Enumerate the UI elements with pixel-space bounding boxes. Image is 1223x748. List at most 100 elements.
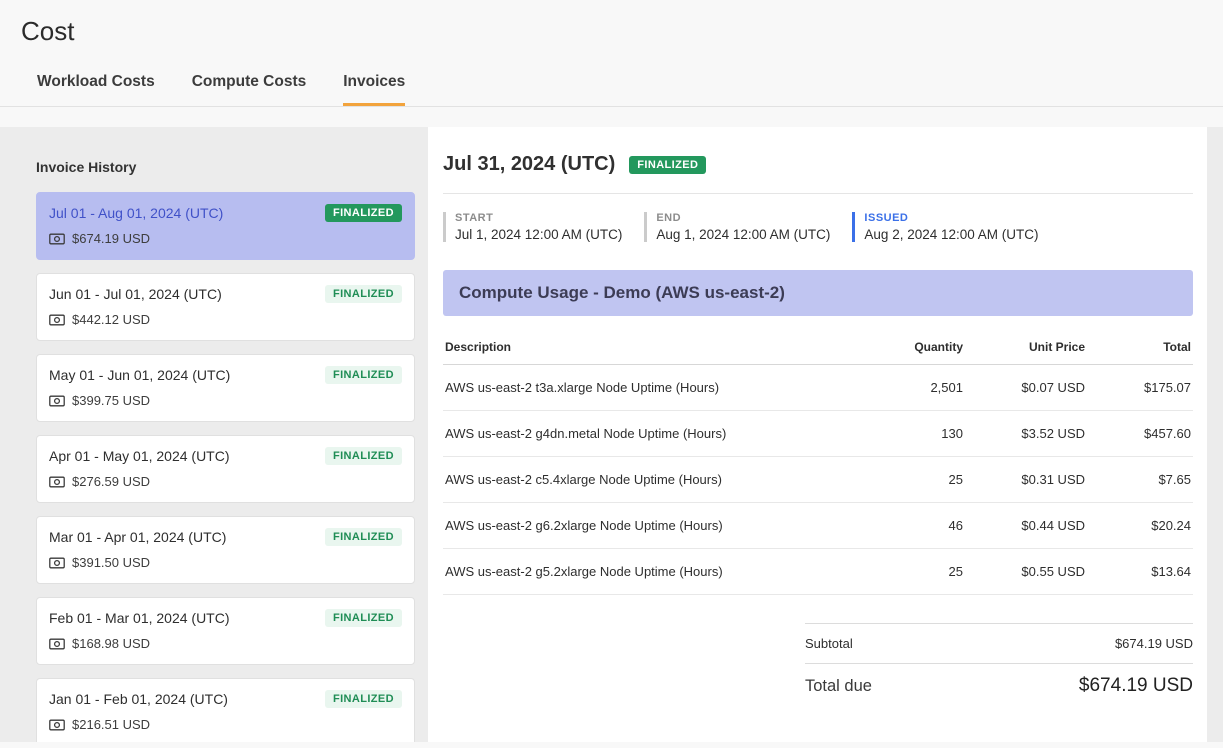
invoice-amount: $442.12 USD <box>72 312 150 327</box>
end-date-value: Aug 1, 2024 12:00 AM (UTC) <box>656 227 830 242</box>
usage-total: $13.64 <box>1087 549 1193 595</box>
usage-table-header-row: Description Quantity Unit Price Total <box>443 328 1193 365</box>
page-header: Cost Workload Costs Compute Costs Invoic… <box>0 0 1223 107</box>
usage-unit-price: $0.44 USD <box>965 503 1087 549</box>
invoice-list-item[interactable]: Jun 01 - Jul 01, 2024 (UTC) FINALIZED $4… <box>36 273 415 341</box>
usage-quantity: 25 <box>835 549 965 595</box>
usage-total: $20.24 <box>1087 503 1193 549</box>
invoice-period: Jun 01 - Jul 01, 2024 (UTC) <box>49 286 222 302</box>
tab-workload-costs[interactable]: Workload Costs <box>37 73 155 106</box>
tab-bar: Workload Costs Compute Costs Invoices <box>37 73 1223 106</box>
invoice-status-badge: FINALIZED <box>325 366 402 384</box>
total-due-label: Total due <box>805 677 872 696</box>
banknote-icon <box>49 233 65 245</box>
usage-total: $7.65 <box>1087 457 1193 503</box>
invoice-item-footer: $216.51 USD <box>49 717 402 732</box>
invoice-period: Mar 01 - Apr 01, 2024 (UTC) <box>49 529 226 545</box>
invoice-item-header: May 01 - Jun 01, 2024 (UTC) FINALIZED <box>49 366 402 384</box>
invoice-status-badge: FINALIZED <box>629 156 706 174</box>
invoice-amount: $391.50 USD <box>72 555 150 570</box>
invoice-status-badge: FINALIZED <box>325 447 402 465</box>
page-title: Cost <box>21 16 1223 47</box>
usage-table-row: AWS us-east-2 g4dn.metal Node Uptime (Ho… <box>443 411 1193 457</box>
invoice-totals: Subtotal $674.19 USD Total due $674.19 U… <box>805 623 1193 708</box>
invoice-period: Jul 01 - Aug 01, 2024 (UTC) <box>49 205 223 221</box>
invoice-dates-row: START Jul 1, 2024 12:00 AM (UTC) END Aug… <box>443 212 1193 242</box>
invoice-history-panel: Invoice History Jul 01 - Aug 01, 2024 (U… <box>36 127 415 742</box>
usage-table-row: AWS us-east-2 g5.2xlarge Node Uptime (Ho… <box>443 549 1193 595</box>
banknote-icon <box>49 395 65 407</box>
compute-usage-section-title: Compute Usage - Demo (AWS us-east-2) <box>443 270 1193 316</box>
invoice-item-footer: $276.59 USD <box>49 474 402 489</box>
banknote-icon <box>49 476 65 488</box>
invoice-amount: $399.75 USD <box>72 393 150 408</box>
title-divider <box>443 193 1193 194</box>
invoice-list-item[interactable]: Jul 01 - Aug 01, 2024 (UTC) FINALIZED $6… <box>36 192 415 260</box>
usage-table-row: AWS us-east-2 c5.4xlarge Node Uptime (Ho… <box>443 457 1193 503</box>
usage-description: AWS us-east-2 g6.2xlarge Node Uptime (Ho… <box>443 503 835 549</box>
invoice-amount: $216.51 USD <box>72 717 150 732</box>
usage-table-row: AWS us-east-2 g6.2xlarge Node Uptime (Ho… <box>443 503 1193 549</box>
usage-total: $457.60 <box>1087 411 1193 457</box>
column-header-description: Description <box>443 328 835 365</box>
invoice-status-badge: FINALIZED <box>325 285 402 303</box>
invoice-item-footer: $168.98 USD <box>49 636 402 651</box>
cost-page: Cost Workload Costs Compute Costs Invoic… <box>0 0 1223 742</box>
column-header-unit-price: Unit Price <box>965 328 1087 365</box>
issued-date-label: ISSUED <box>864 212 1038 224</box>
invoice-item-footer: $399.75 USD <box>49 393 402 408</box>
banknote-icon <box>49 719 65 731</box>
invoice-item-footer: $674.19 USD <box>49 231 402 246</box>
end-date-label: END <box>656 212 830 224</box>
invoice-list-item[interactable]: Jan 01 - Feb 01, 2024 (UTC) FINALIZED $2… <box>36 678 415 742</box>
banknote-icon <box>49 314 65 326</box>
start-date-value: Jul 1, 2024 12:00 AM (UTC) <box>455 227 622 242</box>
invoice-list-item[interactable]: Mar 01 - Apr 01, 2024 (UTC) FINALIZED $3… <box>36 516 415 584</box>
invoice-item-header: Mar 01 - Apr 01, 2024 (UTC) FINALIZED <box>49 528 402 546</box>
issued-date-value: Aug 2, 2024 12:00 AM (UTC) <box>864 227 1038 242</box>
subtotal-label: Subtotal <box>805 636 853 651</box>
end-date-block: END Aug 1, 2024 12:00 AM (UTC) <box>644 212 830 242</box>
invoice-status-badge: FINALIZED <box>325 609 402 627</box>
invoice-period: Apr 01 - May 01, 2024 (UTC) <box>49 448 230 464</box>
invoice-item-header: Feb 01 - Mar 01, 2024 (UTC) FINALIZED <box>49 609 402 627</box>
invoice-item-header: Apr 01 - May 01, 2024 (UTC) FINALIZED <box>49 447 402 465</box>
tab-invoices[interactable]: Invoices <box>343 73 405 106</box>
invoice-amount: $674.19 USD <box>72 231 150 246</box>
invoice-item-footer: $391.50 USD <box>49 555 402 570</box>
banknote-icon <box>49 638 65 650</box>
invoice-list-item[interactable]: Apr 01 - May 01, 2024 (UTC) FINALIZED $2… <box>36 435 415 503</box>
start-date-label: START <box>455 212 622 224</box>
usage-description: AWS us-east-2 t3a.xlarge Node Uptime (Ho… <box>443 365 835 411</box>
usage-description: AWS us-east-2 g4dn.metal Node Uptime (Ho… <box>443 411 835 457</box>
invoice-status-badge: FINALIZED <box>325 204 402 222</box>
content-area: Invoice History Jul 01 - Aug 01, 2024 (U… <box>0 127 1223 742</box>
invoice-history-heading: Invoice History <box>36 159 415 175</box>
banknote-icon <box>49 557 65 569</box>
usage-description: AWS us-east-2 c5.4xlarge Node Uptime (Ho… <box>443 457 835 503</box>
invoice-title: Jul 31, 2024 (UTC) <box>443 153 615 176</box>
invoice-amount: $168.98 USD <box>72 636 150 651</box>
usage-quantity: 46 <box>835 503 965 549</box>
invoice-period: Jan 01 - Feb 01, 2024 (UTC) <box>49 691 228 707</box>
tab-bar-divider <box>0 106 1223 107</box>
total-due-value: $674.19 USD <box>1079 675 1193 697</box>
column-header-quantity: Quantity <box>835 328 965 365</box>
usage-unit-price: $0.55 USD <box>965 549 1087 595</box>
usage-unit-price: $0.07 USD <box>965 365 1087 411</box>
usage-description: AWS us-east-2 g5.2xlarge Node Uptime (Ho… <box>443 549 835 595</box>
invoice-item-header: Jul 01 - Aug 01, 2024 (UTC) FINALIZED <box>49 204 402 222</box>
tab-compute-costs[interactable]: Compute Costs <box>192 73 307 106</box>
invoice-list-item[interactable]: Feb 01 - Mar 01, 2024 (UTC) FINALIZED $1… <box>36 597 415 665</box>
invoice-period: May 01 - Jun 01, 2024 (UTC) <box>49 367 230 383</box>
invoice-item-footer: $442.12 USD <box>49 312 402 327</box>
usage-table-row: AWS us-east-2 t3a.xlarge Node Uptime (Ho… <box>443 365 1193 411</box>
issued-date-block: ISSUED Aug 2, 2024 12:00 AM (UTC) <box>852 212 1038 242</box>
invoice-status-badge: FINALIZED <box>325 528 402 546</box>
usage-quantity: 130 <box>835 411 965 457</box>
invoice-status-badge: FINALIZED <box>325 690 402 708</box>
invoice-list-item[interactable]: May 01 - Jun 01, 2024 (UTC) FINALIZED $3… <box>36 354 415 422</box>
invoice-item-header: Jun 01 - Jul 01, 2024 (UTC) FINALIZED <box>49 285 402 303</box>
start-date-block: START Jul 1, 2024 12:00 AM (UTC) <box>443 212 622 242</box>
usage-quantity: 25 <box>835 457 965 503</box>
